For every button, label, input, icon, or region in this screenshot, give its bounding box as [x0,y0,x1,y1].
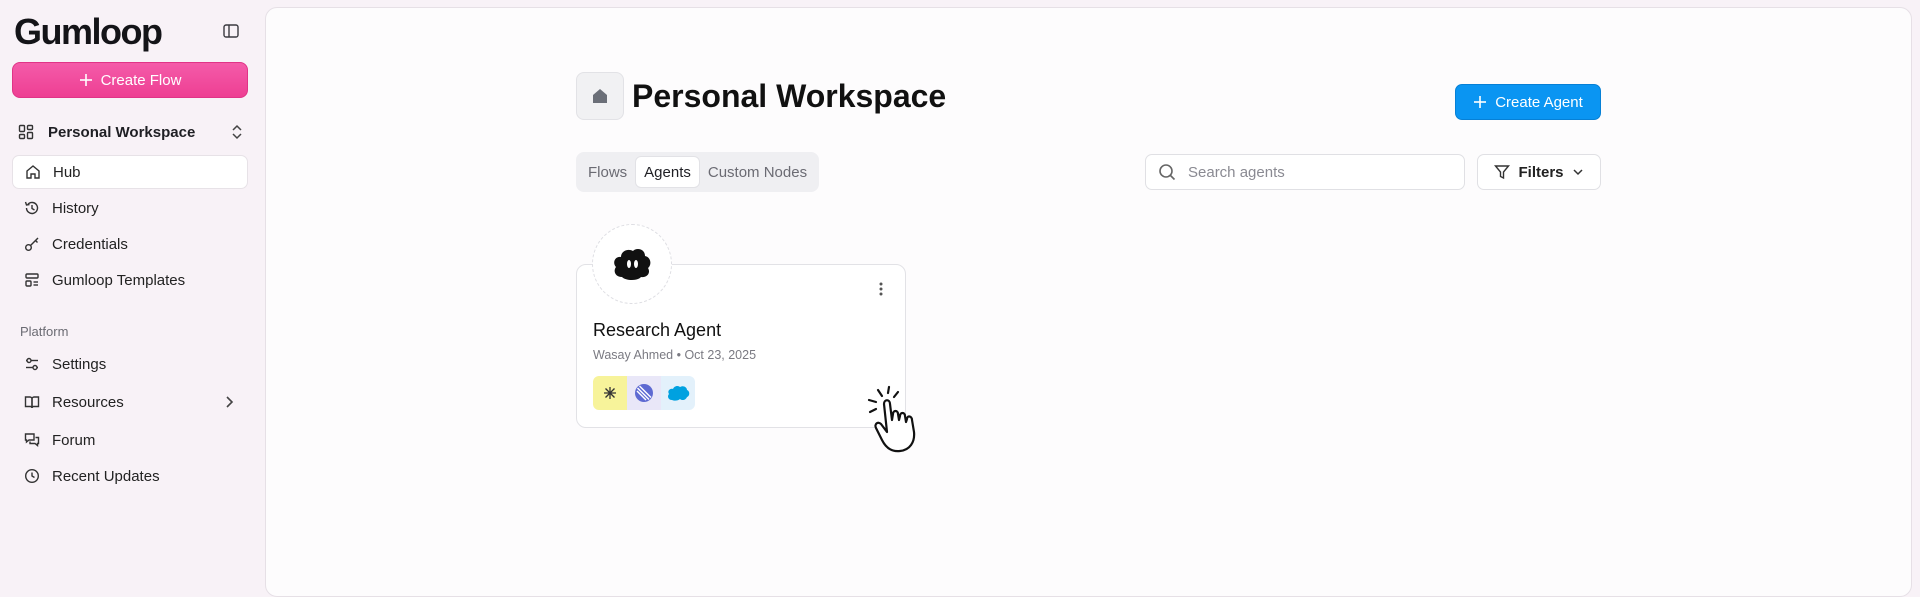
search-icon [1158,163,1176,181]
gumloop-logo[interactable]: Gumloop [14,12,163,52]
sidebar-item-forum[interactable]: Forum [12,423,248,457]
create-agent-label: Create Agent [1495,93,1583,111]
filters-button[interactable]: Filters [1477,154,1601,190]
platform-section-label: Platform [20,324,69,339]
salesforce-icon [661,376,695,410]
sidebar-item-label: Resources [52,393,124,411]
chevron-right-icon [222,395,236,409]
create-flow-label: Create Flow [100,71,182,89]
grid-icon [18,124,34,140]
history-icon [24,200,40,216]
sidebar-item-gumloop-templates[interactable]: Gumloop Templates [12,263,248,297]
linear-icon [627,376,661,410]
sidebar-item-label: Recent Updates [52,467,160,485]
sidebar-toggle-icon[interactable] [222,22,240,40]
sidebar: Gumloop Create Flow Personal Workspace H… [0,0,264,579]
page-title: Personal Workspace [632,78,947,114]
search-input[interactable] [1186,162,1450,182]
sidebar-item-label: Settings [52,355,107,373]
tab-agents[interactable]: Agents [635,156,700,188]
filters-label: Filters [1518,163,1564,181]
agent-meta: Wasay Ahmed • Oct 23, 2025 [593,348,757,362]
tab-custom-nodes[interactable]: Custom Nodes [700,156,815,188]
key-icon [24,236,40,252]
sidebar-item-credentials[interactable]: Credentials [12,227,248,261]
home-icon [25,164,41,180]
settings-sliders-icon [24,356,40,372]
templates-icon [24,272,40,288]
clock-icon [24,468,40,484]
agent-name: Research Agent [593,320,722,340]
search-box [1145,154,1465,190]
sidebar-item-resources[interactable]: Resources [12,385,248,419]
book-icon [24,394,40,410]
main-panel [265,7,1912,597]
perplexity-icon [593,376,627,410]
sidebar-item-label: Forum [52,431,96,449]
sidebar-item-label: Credentials [52,235,128,253]
sidebar-item-label: Gumloop Templates [52,271,186,289]
sidebar-item-label: Hub [53,163,81,181]
tab-flows[interactable]: Flows [580,156,635,188]
plus-icon [1473,95,1487,109]
create-agent-button[interactable]: Create Agent [1455,84,1601,120]
agent-cloud-icon [614,248,651,280]
chevron-up-down-icon [230,124,244,140]
chevron-down-icon [1572,166,1584,178]
chat-icon [24,432,40,448]
create-flow-button[interactable]: Create Flow [12,62,248,98]
filter-icon [1494,164,1511,180]
agent-tools [593,376,695,410]
more-options-icon[interactable] [876,280,886,298]
plus-icon [79,73,93,87]
pointer-cursor-icon [866,384,936,454]
sidebar-item-recent-updates[interactable]: Recent Updates [12,459,248,493]
sidebar-item-history[interactable]: History [12,191,248,225]
workspace-switcher[interactable]: Personal Workspace [12,118,250,146]
agent-avatar [592,224,672,304]
workspace-home-icon [576,72,624,120]
workspace-name: Personal Workspace [48,123,196,141]
sidebar-item-settings[interactable]: Settings [12,347,248,381]
sidebar-item-hub[interactable]: Hub [12,155,248,189]
view-tabs: Flows Agents Custom Nodes [576,152,820,192]
sidebar-item-label: History [52,199,99,217]
